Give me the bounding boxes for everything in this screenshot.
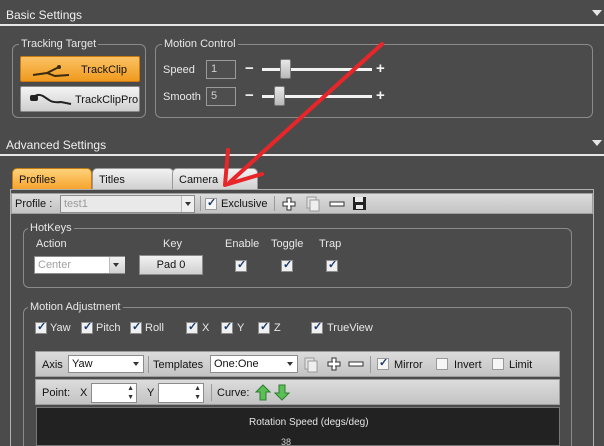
annotation-arrow [223,42,384,187]
